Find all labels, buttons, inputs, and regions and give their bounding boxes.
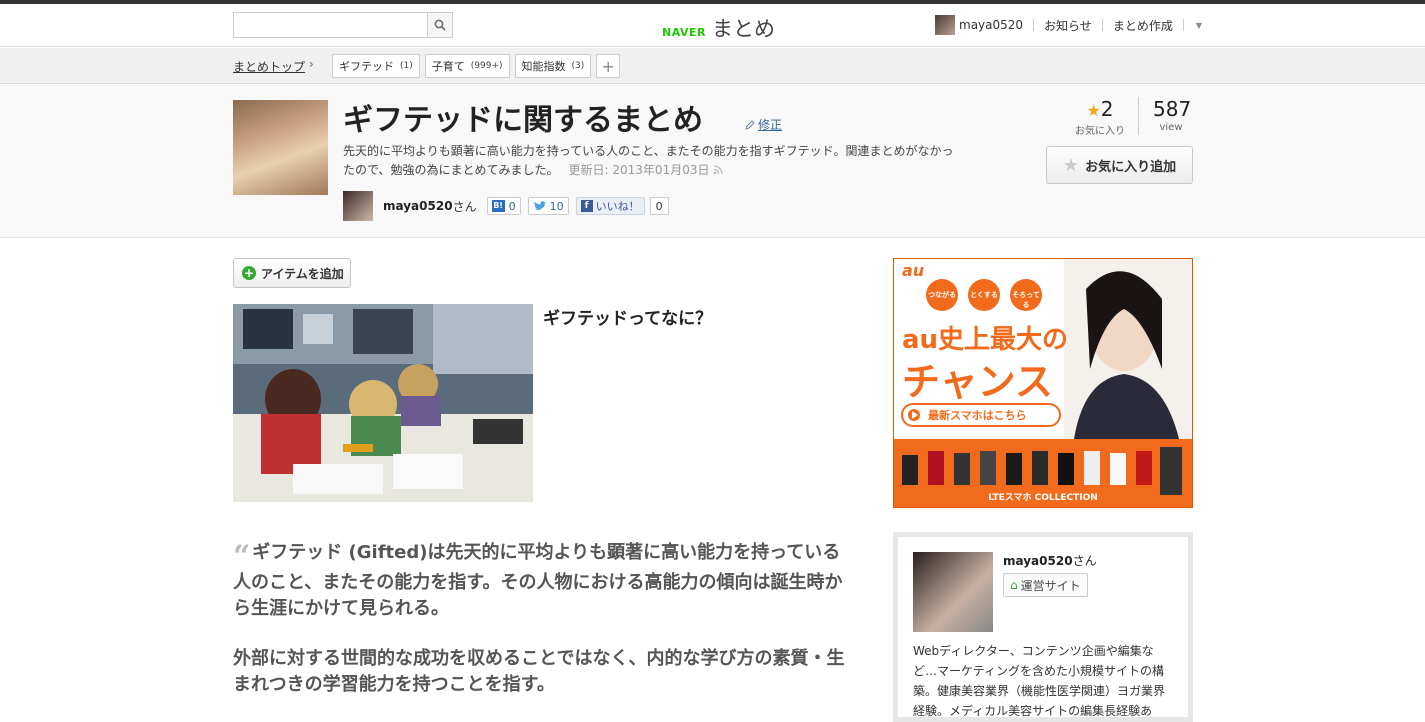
ad-bubble-1: つながる [928,291,956,299]
matome-description: 先天的に平均よりも顕著に高い能力を持っている人のこと、またその能力を指すギフテッ… [343,142,958,180]
plus-circle-icon: + [242,266,256,280]
add-tag-button[interactable]: + [596,54,621,78]
pencil-icon [745,119,755,130]
edit-link[interactable]: 修正 [744,116,782,133]
global-header: NAVER まとめ maya0520 お知らせ まとめ作成 ▼ [0,4,1425,47]
profile-suffix: さん [1072,554,1097,568]
breadcrumb: まとめトップ › ギフテッド (1) 子育て (999+) 知能指数 (3) + [0,48,1425,84]
logo-naver: NAVER [662,26,706,39]
site-label: 運営サイト [1020,578,1081,593]
item-heading: ギフテッドってなに？ [543,309,713,329]
favorite-stat: ★2 お気に入り [1070,97,1130,137]
classroom-photo [233,304,533,502]
author-suffix: さん [452,199,477,214]
tag-parenting[interactable]: 子育て (999+) [424,54,510,78]
matome-thumbnail [233,100,328,195]
quote-paragraph: 外部に対する世間的な成功を収めることではなく、内的な学び方の素質・生まれつきの学… [233,648,845,695]
view-count: 587 [1153,97,1192,121]
user-nav: maya0520 お知らせ まとめ作成 ▼ [935,14,1202,36]
nav-divider [1182,19,1184,31]
tag-count: (3) [571,61,585,71]
rss-icon[interactable] [713,165,724,175]
official-site-button[interactable]: ⌂ 運営サイト [1003,573,1088,597]
breadcrumb-top-link[interactable]: まとめトップ [233,58,305,75]
nav-divider [1101,19,1103,31]
page-title: ギフテッドに関するまとめ [343,103,703,138]
profile-avatar[interactable] [913,552,993,632]
create-matome-link[interactable]: まとめ作成 [1113,17,1173,34]
profile-description: Webディレクター、コンテンツ企画や編集など…マーケティングを含めた小規模サイト… [913,644,1166,718]
add-item-button[interactable]: + アイテムを追加 [233,258,351,288]
add-favorite-button[interactable]: ★ お気に入り追加 [1046,146,1193,184]
tag-count: (999+) [470,61,503,71]
item-image[interactable] [233,304,533,502]
author-profile-box: maya0520さん ⌂ 運営サイト Webディレクター、コンテンツ企画や編集など… [893,532,1193,722]
search-icon [434,19,446,31]
star-outline-icon: ★ [1062,154,1080,176]
favorite-count: 2 [1100,97,1114,121]
like-label: いいね！ [595,200,640,213]
tag-label: 知能指数 [521,60,566,73]
updated-date: 更新日: 2013年01月03日 [568,163,710,177]
matome-stats: ★2 お気に入り 587 view [1070,97,1192,137]
tag-gifted[interactable]: ギフテッド (1) [332,54,420,78]
author-avatar[interactable] [343,191,373,221]
facebook-like: f いいね！ 0 [575,197,669,215]
notifications-link[interactable]: お知らせ [1044,17,1092,34]
author-name[interactable]: maya0520 [383,199,453,213]
nav-divider [1033,19,1035,31]
tag-label: 子育て [431,60,465,73]
quote-mark-icon: “ [233,539,251,574]
naver-matome-logo[interactable]: NAVER まとめ [662,13,775,41]
tag-count: (1) [400,61,413,71]
quote-text: ギフテッド (Gifted)は先天的に平均よりも顕著に高い能力を持っている人のこ… [233,542,843,619]
view-stat: 587 view [1153,97,1192,137]
user-avatar[interactable] [935,15,955,35]
chevron-down-icon[interactable]: ▼ [1196,21,1202,30]
tweet-count: 10 [549,199,564,213]
ad-bubble-2: とくする [970,291,998,299]
author-row: maya0520 さん B! 0 10 f いいね！ 0 [343,191,669,221]
hatena-bookmark-button[interactable]: B! 0 [486,197,521,215]
ad-brand: au [902,261,925,280]
tag-label: ギフテッド [339,60,394,73]
search-button[interactable] [427,13,452,37]
twitter-bird-icon [533,200,546,210]
like-count: 0 [649,197,669,215]
house-icon: ⌂ [1010,578,1018,592]
tag-list: ギフテッド (1) 子育て (999+) 知能指数 (3) + [332,54,621,78]
ad-cta: 最新スマホはこちら [928,409,1027,422]
ad-footer: LTEスマホ COLLECTION [988,493,1098,503]
profile-username: maya0520 [1003,554,1073,568]
ad-bubble-3: そろってる [1012,291,1040,309]
view-label: view [1159,122,1183,133]
search-box [233,12,453,38]
favorite-label: お気に入り [1075,126,1125,137]
star-icon: ★ [1086,101,1101,120]
add-item-label: アイテムを追加 [261,266,344,281]
facebook-like-button[interactable]: f いいね！ [575,197,645,215]
tag-iq[interactable]: 知能指数 (3) [514,54,592,78]
stats-divider [1138,97,1139,135]
quote-block: “ギフテッド (Gifted)は先天的に平均よりも顕著に高い能力を持っている人の… [233,540,858,622]
search-input[interactable] [234,13,428,37]
chevron-right-icon: › [309,57,314,71]
hatena-count: 0 [508,199,516,213]
ad-headline-2: チャンス [902,360,1053,404]
edit-label: 修正 [758,118,783,132]
matome-header: ギフテッドに関するまとめ 修正 先天的に平均よりも顕著に高い能力を持っている人の… [0,85,1425,238]
profile-name[interactable]: maya0520さん [1003,552,1097,569]
facebook-icon: f [580,200,593,212]
logo-matome: まとめ [711,17,775,41]
tweet-button[interactable]: 10 [527,197,569,215]
au-advertisement[interactable]: au つながる とくする そろってる au史上最大の チャンス 最新スマホはこち… [893,258,1193,508]
user-name-link[interactable]: maya0520 [959,18,1023,32]
add-favorite-label: お気に入り追加 [1085,159,1177,175]
hatena-icon: B! [491,200,505,212]
